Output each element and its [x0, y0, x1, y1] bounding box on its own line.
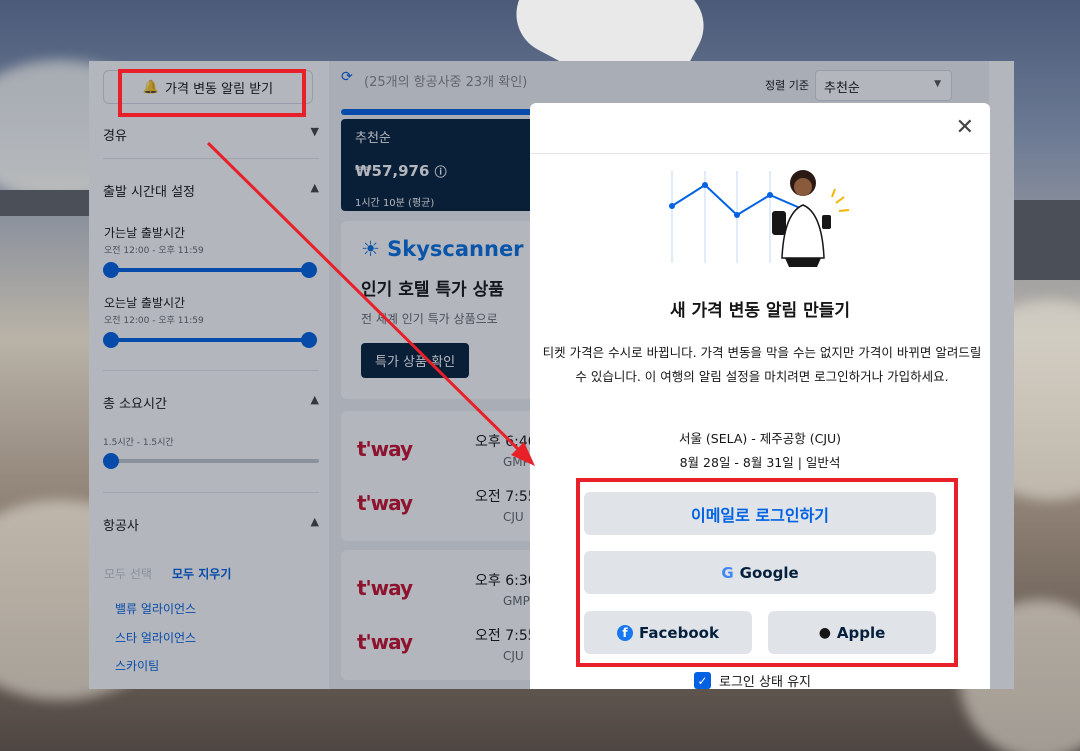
annotation-arrow [206, 141, 535, 466]
